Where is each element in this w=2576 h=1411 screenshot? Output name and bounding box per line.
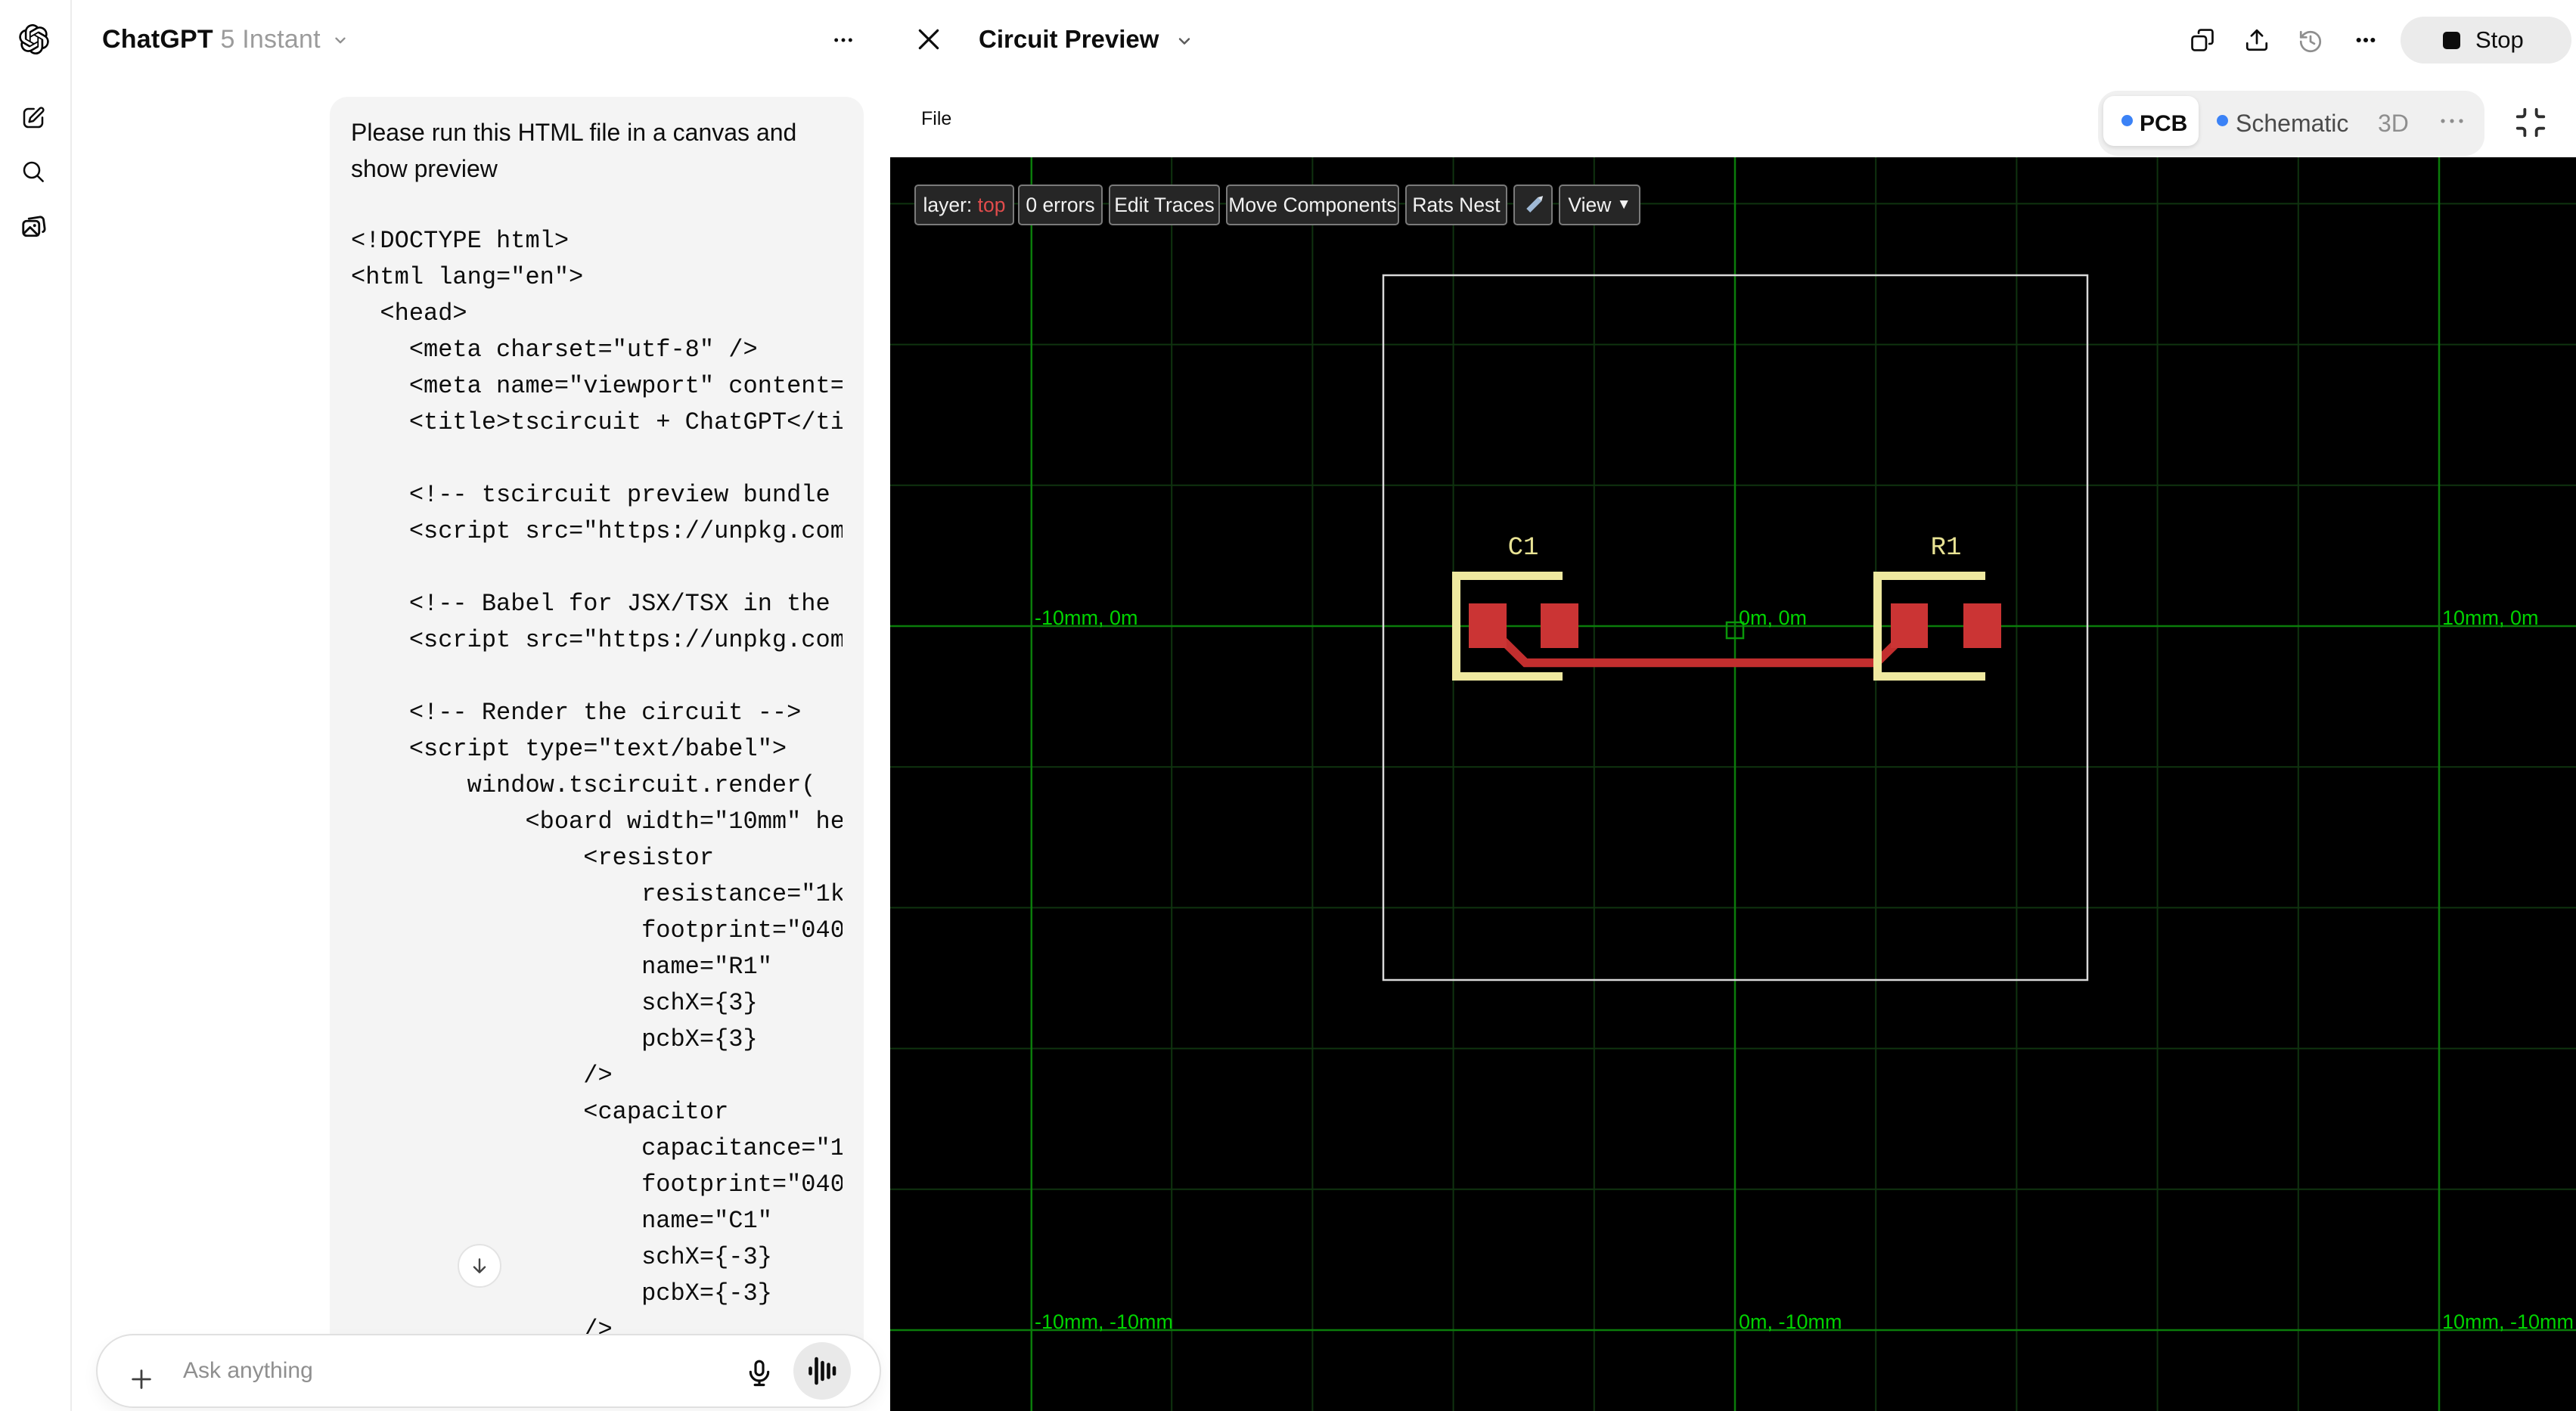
svg-text:C1: C1	[1508, 534, 1539, 563]
svg-text:0m, -10mm: 0m, -10mm	[1739, 1310, 1842, 1333]
svg-text:-10mm, 0m: -10mm, 0m	[1035, 606, 1138, 629]
svg-text:-10mm, -10mm: -10mm, -10mm	[1035, 1310, 1173, 1333]
svg-text:10mm, 0m: 10mm, 0m	[2442, 606, 2539, 629]
svg-text:10mm, -10mm: 10mm, -10mm	[2442, 1310, 2574, 1333]
svg-text:0m, 0m: 0m, 0m	[1739, 606, 1807, 629]
svg-text:R1: R1	[1931, 534, 1962, 563]
